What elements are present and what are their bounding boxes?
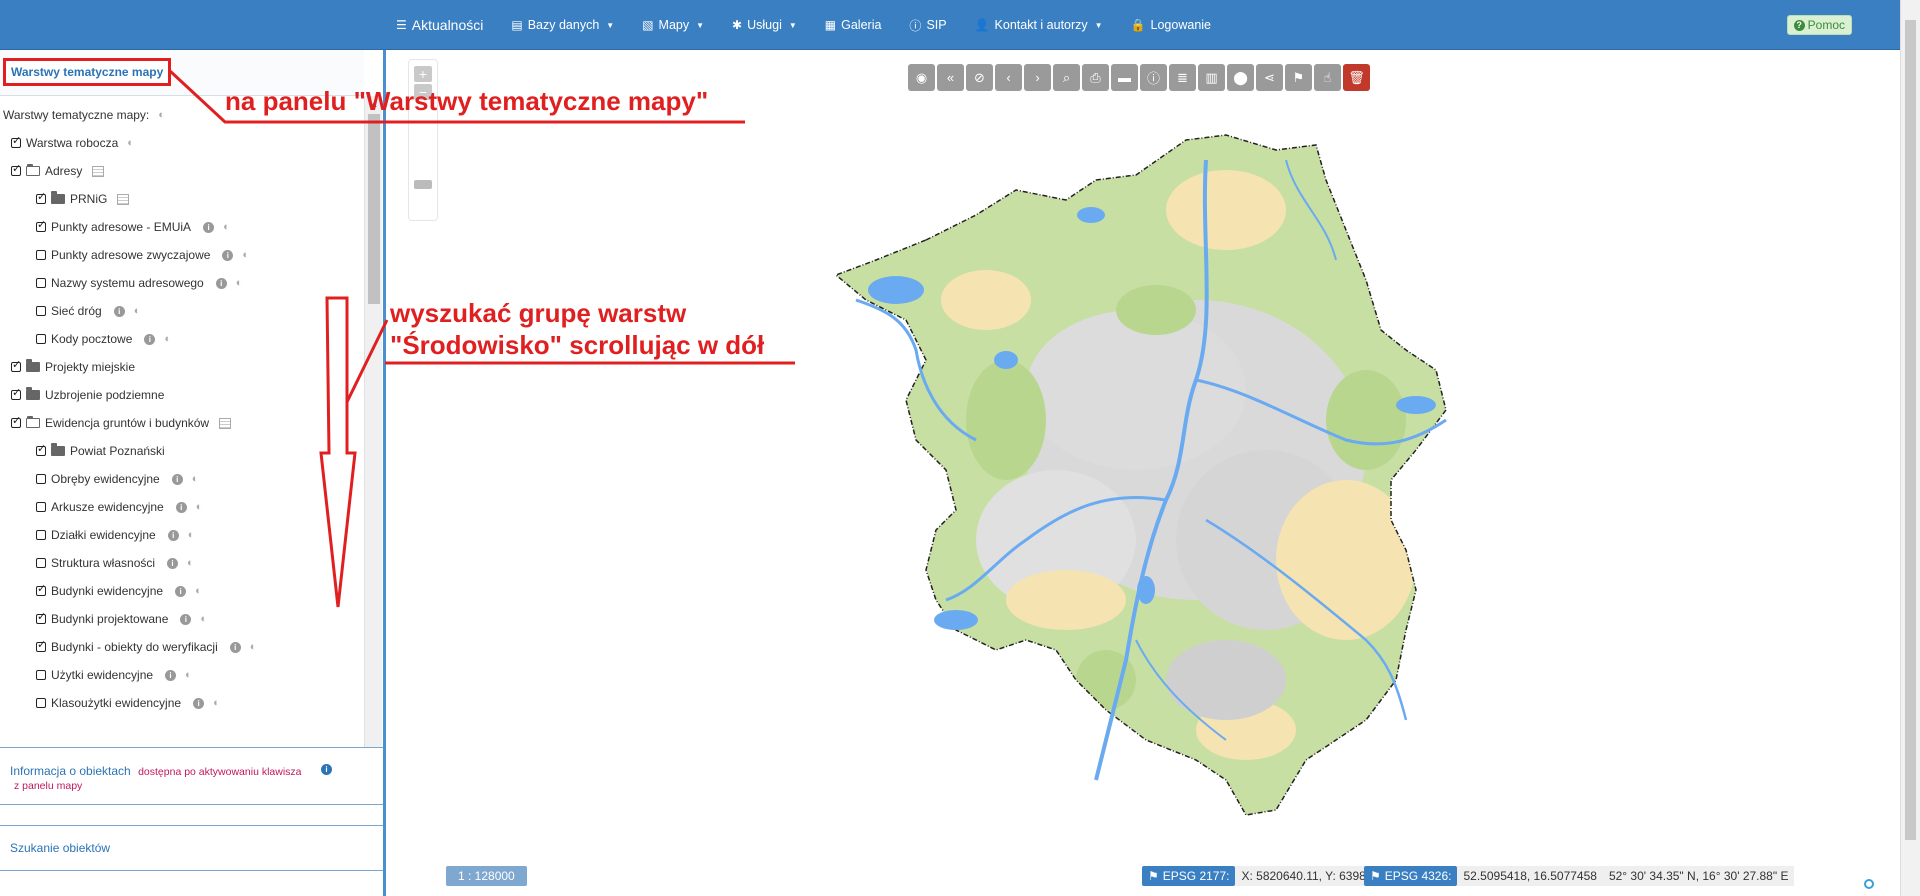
annotation-connector-line <box>345 319 389 403</box>
page-scrollbar-thumb[interactable] <box>1905 20 1916 840</box>
annotation-overlay <box>168 69 795 608</box>
annotation-line1: wyszukać grupę warstw <box>390 298 687 328</box>
annotation-top-text: na panelu "Warstwy tematyczne mapy" <box>225 86 709 116</box>
annotation-line2: "Środowisko" scrollując w dół <box>390 330 765 360</box>
down-arrow-icon <box>319 296 357 608</box>
page-scrollbar[interactable] <box>1900 0 1920 896</box>
